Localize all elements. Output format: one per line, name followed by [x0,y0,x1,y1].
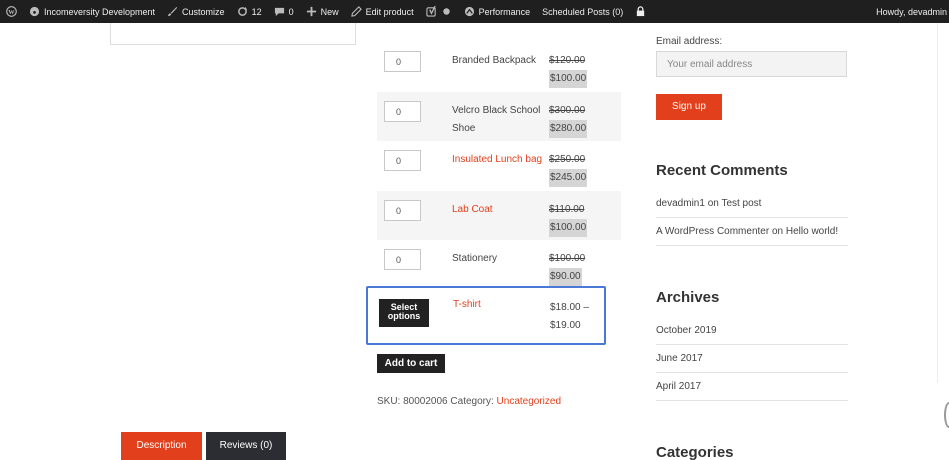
site-name-label: Incomeversity Development [44,6,156,17]
new-label: New [320,6,339,17]
product-meta: SKU: 80002006 Category: Uncategorized [377,396,561,407]
dashboard-icon [29,6,40,17]
quantity-input[interactable]: 0 [384,199,421,221]
sale-price: $245.00 [549,169,588,187]
updates-menu[interactable]: 12 [231,0,268,23]
grouped-products-table: 0 Branded Backpack $120.00 $100.00 0 Vel… [377,42,621,290]
yoast-menu[interactable] [420,0,458,23]
product-name: Branded Backpack [452,55,536,66]
product-price: $110.00 $100.00 [549,201,588,237]
archive-link[interactable]: June 2017 [656,345,848,373]
customize-label: Customize [182,6,225,17]
archives-title: Archives [656,289,720,306]
comment-icon [274,6,285,17]
category-label: Category: [450,396,494,407]
edit-product-menu[interactable]: Edit product [345,0,420,23]
comment-post-link[interactable]: Hello world! [786,226,838,237]
regular-price: $100.00 [549,253,586,264]
email-label: Email address: [656,36,723,47]
sku-value: 80002006 [403,396,448,407]
yoast-icon [426,6,437,17]
product-name-link[interactable]: Lab Coat [452,201,547,219]
select-options-button[interactable]: Select options [379,299,429,327]
comment-author: devadmin1 [656,198,705,209]
product-name-link[interactable]: T-shirt [453,299,481,310]
product-name-link[interactable]: Insulated Lunch bag [452,151,547,169]
content-box [110,23,356,45]
comment-on: on [707,198,719,209]
comment-post-link[interactable]: Test post [721,198,761,209]
product-price: $300.00 $280.00 [549,102,588,138]
list-item: devadmin1 on Test post [656,190,848,218]
tab-reviews[interactable]: Reviews (0) [206,432,286,460]
price-range: $18.00 – $19.00 [550,302,589,331]
performance-icon [464,6,475,17]
sale-price: $90.00 [549,268,582,286]
sale-price: $100.00 [549,70,588,88]
howdy-label: Howdy, devadmin [876,6,947,17]
lock-menu[interactable] [629,0,652,23]
comments-menu[interactable]: 0 [268,0,300,23]
table-row: 0 Branded Backpack $120.00 $100.00 [377,42,621,92]
comment-on: on [771,226,784,237]
categories-title: Categories [656,444,734,460]
product-price: $100.00 $90.00 [549,250,585,286]
sale-price: $280.00 [549,119,588,138]
scroll-handle[interactable] [944,402,949,428]
regular-price: $110.00 [549,203,585,215]
performance-label: Performance [478,6,531,17]
comment-author[interactable]: A WordPress Commenter [656,226,769,237]
customize-menu[interactable]: Customize [161,0,231,23]
divider [937,23,938,383]
my-account-menu[interactable]: Howdy, devadmin [876,0,949,23]
admin-bar: W Incomeversity Development Customize 12… [0,0,949,23]
performance-menu[interactable]: Performance [458,0,537,23]
scheduled-posts-label: Scheduled Posts (0) [542,6,624,17]
variable-product-row: Select options T-shirt $18.00 – $19.00 [366,286,606,345]
pencil-icon [350,6,362,17]
lock-icon [635,6,646,17]
status-dot-icon [441,6,452,17]
wordpress-icon: W [6,6,17,17]
edit-product-label: Edit product [365,6,414,17]
archive-link[interactable]: October 2019 [656,317,848,345]
archive-link[interactable]: April 2017 [656,373,848,401]
category-link[interactable]: Uncategorized [497,396,561,407]
quantity-input[interactable]: 0 [384,51,421,72]
product-price: $250.00 $245.00 [549,151,588,187]
email-field[interactable]: Your email address [656,51,847,77]
sign-up-button[interactable]: Sign up [656,94,722,120]
sale-price: $100.00 [549,218,588,237]
product-name: Velcro Black School Shoe [452,104,541,134]
wp-logo-menu[interactable]: W [0,0,23,23]
table-row: 0 Lab Coat $110.00 $100.00 [377,190,621,240]
new-content-menu[interactable]: New [300,0,345,23]
quantity-input[interactable]: 0 [384,150,421,171]
regular-price: $250.00 [549,154,586,165]
add-to-cart-button[interactable]: Add to cart [377,354,445,373]
comments-count: 0 [288,6,294,17]
regular-price: $120.00 [549,55,586,66]
list-item: A WordPress Commenter on Hello world! [656,218,848,246]
updates-icon [237,6,248,17]
tab-description[interactable]: Description [121,432,202,460]
svg-text:W: W [8,9,15,16]
product-name: Stationery [452,253,498,264]
quantity-input[interactable]: 0 [384,249,421,270]
sku-label: SKU: [377,396,401,407]
table-row: 0 Velcro Black School Shoe $300.00 $280.… [377,91,621,141]
recent-comments-title: Recent Comments [656,162,788,179]
table-row: 0 Stationery $100.00 $90.00 [377,240,621,290]
quantity-input[interactable]: 0 [384,100,421,122]
recent-comments-list: devadmin1 on Test post A WordPress Comme… [656,190,848,246]
site-name-menu[interactable]: Incomeversity Development [23,0,161,23]
updates-count: 12 [251,6,262,17]
regular-price: $300.00 [549,104,586,116]
plus-icon [306,6,317,17]
scheduled-posts-menu[interactable]: Scheduled Posts (0) [536,0,629,23]
archives-list: October 2019 June 2017 April 2017 [656,317,848,401]
brush-icon [167,6,178,17]
table-row: 0 Insulated Lunch bag $250.00 $245.00 [377,141,621,191]
product-price: $120.00 $100.00 [549,52,588,88]
